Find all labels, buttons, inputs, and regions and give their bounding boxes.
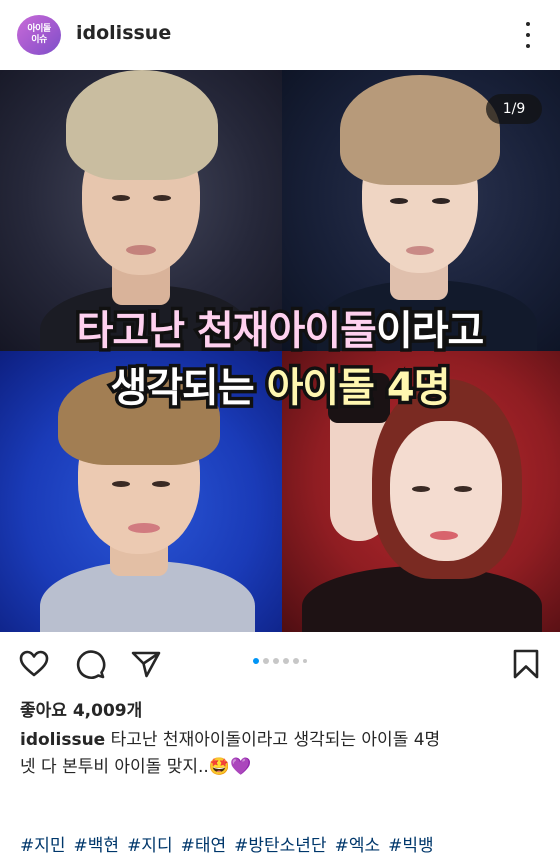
headline-highlight-pink: 타고난 천재아이돌 xyxy=(73,305,380,358)
post-header: 아이돌 이슈 idolissue xyxy=(0,0,560,70)
headline-highlight-yellow: 아이돌 4명 xyxy=(263,362,454,415)
hashtag-link[interactable]: #태연 xyxy=(181,836,227,856)
carousel-dot-active xyxy=(253,658,259,664)
hashtag-link[interactable]: #백현 xyxy=(74,836,120,856)
caption-text-line1: 타고난 천재아이돌이라고 생각되는 아이돌 4명 xyxy=(110,730,441,750)
carousel-dot xyxy=(273,658,279,664)
hashtag-link[interactable]: #지민 xyxy=(20,836,66,856)
hashtag-link[interactable]: #엑소 xyxy=(335,836,381,856)
carousel-dot xyxy=(303,659,307,663)
hashtag-list: #지민 #백현 #지디 #태연 #방탄소년단 #엑소 #빅뱅 xyxy=(20,831,442,856)
headline-text: 이라고 xyxy=(372,305,487,358)
caption-text-line2: 넷 다 본투비 아이돌 맞지..🤩💜 xyxy=(20,757,252,777)
post-caption: idolissue 타고난 천재아이돌이라고 생각되는 아이돌 4명 넷 다 본… xyxy=(20,727,550,781)
avatar[interactable]: 아이돌 이슈 xyxy=(17,15,61,55)
carousel-dot xyxy=(283,658,289,664)
hashtag-link[interactable]: #지디 xyxy=(127,836,173,856)
caption-username[interactable]: idolissue xyxy=(20,730,105,750)
more-vertical-icon[interactable] xyxy=(521,22,535,48)
headline-text: 생각되는 xyxy=(107,362,267,415)
post-image[interactable]: 1/9 타고난 천재아이돌이라고 생각되는 아이돌 4명 xyxy=(0,70,560,632)
avatar-text-line2: 이슈 xyxy=(31,35,47,45)
headline-line2: 생각되는 아이돌 4명 xyxy=(0,355,560,415)
headline-line1: 타고난 천재아이돌이라고 xyxy=(0,298,560,358)
hashtag-link[interactable]: #빅뱅 xyxy=(388,836,434,856)
likes-count[interactable]: 좋아요 4,009개 xyxy=(20,696,142,721)
carousel-indicator xyxy=(0,658,560,666)
carousel-dot xyxy=(263,658,269,664)
carousel-counter: 1/9 xyxy=(486,94,542,124)
avatar-text-line1: 아이돌 xyxy=(27,24,51,34)
carousel-dot xyxy=(293,658,299,664)
username[interactable]: idolissue xyxy=(76,22,171,44)
hashtag-link[interactable]: #방탄소년단 xyxy=(234,836,326,856)
